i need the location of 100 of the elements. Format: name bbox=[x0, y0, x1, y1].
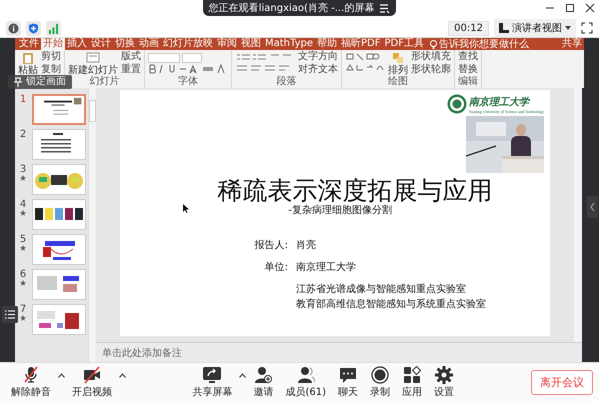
ribbon-button[interactable]: 文字方向 bbox=[298, 50, 338, 62]
ribbon-button[interactable]: 剪切 bbox=[41, 50, 61, 62]
shapes-stack-icon bbox=[391, 50, 405, 64]
font-size-field[interactable] bbox=[182, 52, 202, 62]
shield-icon[interactable] bbox=[28, 22, 39, 34]
slide-thumbnail[interactable] bbox=[32, 199, 86, 230]
ribbon-tab[interactable]: 开始 bbox=[41, 38, 65, 50]
ribbon-button[interactable]: 复制 bbox=[41, 64, 61, 76]
screen-share-icon bbox=[203, 366, 222, 384]
toolbar-button[interactable]: 解除静音 bbox=[6, 366, 56, 398]
slide-number: 2 bbox=[20, 129, 26, 140]
ribbon-button[interactable]: 形状轮廓 bbox=[411, 64, 451, 76]
slide-number: 6 bbox=[20, 269, 26, 280]
slide-title: 稀疏表示深度拓展与应用 bbox=[218, 175, 492, 205]
toolbar-button[interactable]: 共享屏幕 bbox=[187, 366, 238, 398]
font-name-field[interactable] bbox=[148, 52, 180, 62]
maximize-icon[interactable] bbox=[565, 3, 575, 13]
apps-icon bbox=[403, 366, 421, 384]
ribbon-button[interactable]: 重置 bbox=[121, 64, 141, 76]
leave-meeting-button[interactable]: 离开会议 bbox=[531, 370, 593, 394]
group-label: 段落 bbox=[276, 76, 298, 88]
toolbar-button[interactable]: 成员(61) bbox=[280, 366, 331, 398]
clipboard-icon bbox=[21, 50, 35, 64]
menu-icon[interactable] bbox=[5, 310, 15, 319]
add-person-icon bbox=[254, 366, 272, 384]
slide-icon bbox=[86, 50, 100, 64]
field-label: 单位: bbox=[264, 260, 288, 274]
university-seal-icon bbox=[446, 94, 467, 114]
ribbon-tab[interactable]: 审阅 bbox=[215, 38, 239, 50]
scrollbar-thumb[interactable] bbox=[89, 100, 96, 122]
chevron-left-icon[interactable] bbox=[590, 203, 595, 211]
ribbon-button[interactable]: 版式 bbox=[121, 50, 141, 62]
ribbon-button[interactable]: 新建幻灯片 bbox=[68, 50, 118, 76]
unit-name: 南京理工大学 bbox=[296, 260, 357, 274]
ribbon-button[interactable]: 对齐文本 bbox=[298, 64, 338, 76]
group-label: 字体 bbox=[177, 76, 199, 88]
caret-icon bbox=[565, 26, 571, 30]
toolbar-button[interactable]: 录制 bbox=[365, 366, 395, 398]
ribbon-tab[interactable]: 动画 bbox=[137, 38, 161, 50]
ribbon-tab[interactable]: 帮助 bbox=[314, 38, 339, 50]
list-icon[interactable] bbox=[380, 4, 390, 12]
close-icon[interactable] bbox=[585, 3, 595, 13]
slide-number: 5 bbox=[20, 234, 26, 245]
settings-icon bbox=[435, 366, 453, 384]
field-label: 报告人: bbox=[254, 238, 288, 252]
cursor-icon bbox=[183, 204, 189, 213]
ribbon-button[interactable]: 排列 bbox=[388, 50, 408, 76]
share-button[interactable]: 共享 bbox=[560, 38, 584, 50]
lab-name: 江苏省光谱成像与智能感知重点实验室 bbox=[296, 282, 467, 296]
slide-thumbnail[interactable] bbox=[32, 304, 86, 335]
chat-icon bbox=[339, 366, 357, 384]
slide-number: 7 bbox=[20, 304, 26, 315]
people-icon bbox=[296, 366, 315, 384]
pin-icon bbox=[14, 77, 22, 87]
caret-up-icon[interactable] bbox=[119, 373, 126, 378]
toolbar-button[interactable]: 设置 bbox=[429, 366, 459, 398]
slide-thumbnail[interactable] bbox=[32, 129, 86, 160]
slide-thumbnail[interactable] bbox=[32, 164, 86, 195]
ribbon-tab[interactable]: 幻灯片放映 bbox=[161, 38, 215, 50]
ribbon-tab[interactable]: PDF工具 bbox=[382, 38, 426, 50]
slide-thumbnail[interactable] bbox=[32, 269, 86, 300]
slide-number: 1 bbox=[20, 94, 26, 105]
info-icon[interactable] bbox=[8, 22, 19, 34]
caret-up-icon[interactable] bbox=[58, 373, 65, 378]
ribbon-tab[interactable]: 设计 bbox=[89, 38, 113, 50]
toolbar-button[interactable]: 邀请 bbox=[248, 366, 278, 398]
ribbon-tab[interactable]: MathType bbox=[263, 38, 315, 50]
ribbon-button[interactable]: 形状填充 bbox=[411, 50, 451, 62]
ribbon-button[interactable]: 查找 bbox=[458, 50, 478, 62]
toolbar-button[interactable]: 开启视频 bbox=[67, 366, 117, 398]
view-button[interactable]: 演讲者视图 bbox=[494, 19, 576, 37]
tell-me-field[interactable]: 告诉我你想要做什么 bbox=[430, 37, 529, 51]
lock-screen-button[interactable]: 锁定画面 bbox=[8, 75, 72, 89]
group-label: 幻灯片 bbox=[88, 76, 120, 88]
ribbon-tab[interactable]: 福昕PDF bbox=[338, 38, 382, 50]
group-label: 绘图 bbox=[387, 76, 409, 88]
ribbon-tab[interactable]: 插入 bbox=[65, 38, 89, 50]
logo-text: 南京理工大学 bbox=[468, 96, 531, 108]
toolbar-button[interactable]: 聊天 bbox=[333, 366, 363, 398]
slide-subtitle: -复杂病理细胞图像分割 bbox=[288, 204, 392, 217]
group-label: 编辑 bbox=[458, 76, 478, 88]
ribbon-tab[interactable]: 视图 bbox=[239, 38, 263, 50]
ribbon-button[interactable]: 粘贴 bbox=[18, 50, 38, 76]
notes-placeholder[interactable]: 单击此处添加备注 bbox=[102, 348, 182, 359]
slide-thumbnail[interactable] bbox=[32, 234, 86, 265]
layout-icon bbox=[499, 23, 509, 33]
lab-name: 教育部高维信息智能感知与系统重点实验室 bbox=[296, 298, 486, 311]
record-icon bbox=[371, 366, 389, 384]
ribbon-button[interactable]: 替换 bbox=[458, 64, 478, 76]
slide-number: 3 bbox=[20, 164, 26, 175]
banner-text: 您正在观看liangxiao(肖亮 -...的屏幕 bbox=[208, 2, 374, 15]
meeting-timer: 00:12 bbox=[448, 20, 489, 36]
ribbon-tab[interactable]: 切换 bbox=[113, 38, 137, 50]
slide-thumbnail[interactable] bbox=[32, 94, 86, 125]
caret-up-icon[interactable] bbox=[239, 373, 246, 378]
slide-number: 4 bbox=[20, 199, 26, 210]
fullscreen-icon[interactable] bbox=[581, 22, 593, 34]
reporter-name: 肖亮 bbox=[296, 238, 317, 252]
ribbon-tab[interactable]: 文件 bbox=[17, 38, 41, 50]
toolbar-button[interactable]: 应用 bbox=[397, 366, 427, 398]
